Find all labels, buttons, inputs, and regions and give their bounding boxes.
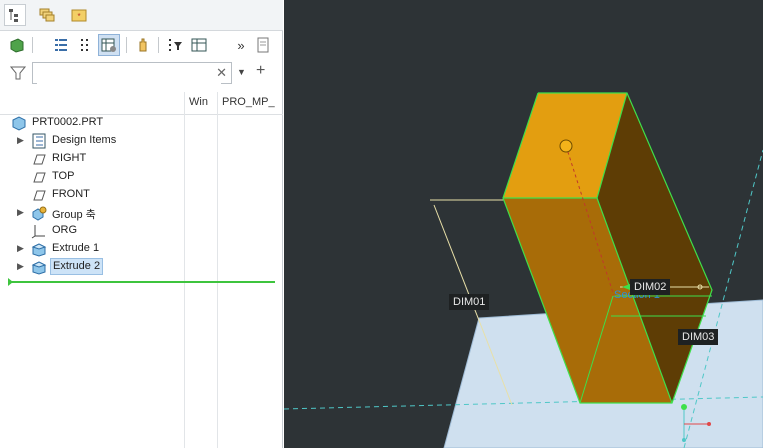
tree-item-extrude-1[interactable]: ▶ Extrude 1 — [0, 240, 184, 258]
expand-arrow-icon[interactable]: ▶ — [17, 261, 27, 273]
tree-item-label: Design Items — [52, 134, 117, 146]
tree-item-label: PRT0002.PRT — [32, 116, 104, 128]
table-icon — [191, 38, 207, 52]
search-input[interactable] — [37, 64, 221, 84]
model-tree-icon — [9, 9, 18, 22]
design-items-icon — [32, 133, 46, 149]
expand-arrow-icon[interactable]: ▶ — [17, 207, 27, 219]
double-chevron-right-icon: » — [237, 37, 245, 53]
tree-item-label: ORG — [52, 224, 78, 236]
tree-item-org[interactable]: ORG — [0, 222, 184, 240]
tree-item-front[interactable]: FRONT — [0, 186, 184, 204]
highlight-button[interactable] — [132, 34, 154, 56]
datum-plane-icon — [33, 154, 46, 165]
chevron-down-icon[interactable]: ▼ — [237, 67, 246, 77]
insert-here-indicator[interactable] — [8, 278, 275, 286]
table-settings-icon — [101, 38, 116, 52]
column-header-win[interactable]: Win — [189, 96, 215, 108]
part-icon — [12, 116, 26, 131]
toolbar-separator — [126, 37, 127, 53]
dimension-label-dim02[interactable]: DIM02 — [630, 279, 671, 295]
tree-item-label: Group 축 — [52, 209, 96, 221]
folder-star-icon: * — [71, 9, 87, 22]
hand-icon — [139, 38, 147, 52]
tree-item-label: FRONT — [52, 188, 90, 200]
toolbar-separator — [158, 37, 159, 53]
toolbar-separator — [32, 37, 33, 53]
favorites-tab[interactable]: * — [68, 4, 90, 26]
tree-filter-button[interactable] — [74, 34, 96, 56]
tree-item-label-selected: Extrude 2 — [50, 258, 104, 275]
triad-end-icon — [707, 422, 711, 426]
tree-item-label: RIGHT — [52, 152, 87, 164]
expand-arrow-icon[interactable]: ▶ — [17, 135, 27, 147]
dimension-label-dim01[interactable]: DIM01 — [449, 294, 490, 310]
triad-origin-icon — [681, 404, 687, 410]
tree-column-headers: Win PRO_MP_ — [0, 92, 283, 115]
plus-icon[interactable]: + — [256, 62, 265, 80]
tree-item-right[interactable]: RIGHT — [0, 150, 184, 168]
expand-arrow-icon[interactable]: ▶ — [17, 243, 27, 255]
tree-columns-button[interactable] — [50, 34, 72, 56]
show-tool-button[interactable] — [6, 34, 28, 56]
group-icon — [32, 206, 47, 221]
dimension-label-dim03[interactable]: DIM03 — [678, 329, 719, 345]
model-graphics[interactable]: Section 1 — [284, 0, 763, 448]
tree-filters-button[interactable] — [164, 34, 186, 56]
model-tree-tab[interactable] — [4, 4, 26, 26]
settings-button[interactable] — [98, 34, 120, 56]
column-header-pro-mp[interactable]: PRO_MP_ — [222, 96, 276, 108]
tree-item-top[interactable]: TOP — [0, 168, 184, 186]
tree-item-label: TOP — [52, 170, 75, 182]
tree-item-group[interactable]: ▶ Group 축 — [0, 204, 184, 222]
drag-handle-icon[interactable] — [559, 139, 573, 153]
column-divider — [217, 92, 218, 448]
extrude-icon — [31, 261, 47, 275]
more-tools-button[interactable]: » — [230, 34, 252, 56]
graphics-viewport[interactable]: Section 1 DIM01 DIM02 DIM03 — [284, 0, 763, 448]
extrude-icon — [31, 243, 47, 257]
layers-icon — [39, 8, 55, 22]
tree-structure-icon — [81, 39, 88, 51]
tree-item-design-items[interactable]: ▶ Design Items — [0, 132, 184, 150]
model-tree-panel: * » ✕ ▼ + Win PRO_MP_ PRT0002.PRT ▶ Desi… — [0, 0, 283, 448]
datum-plane-icon — [33, 172, 46, 183]
navigator-tabs: * — [0, 0, 283, 31]
list-icon — [55, 39, 67, 51]
column-divider — [184, 92, 185, 448]
clear-icon[interactable]: ✕ — [216, 65, 227, 81]
datum-plane-icon — [33, 190, 46, 201]
tree-item-extrude-2[interactable]: ▶ Extrude 2 — [0, 258, 184, 276]
svg-text:*: * — [77, 12, 80, 21]
document-icon — [257, 37, 269, 53]
filter-icon[interactable] — [9, 65, 27, 84]
search-field[interactable]: ✕ — [32, 62, 232, 84]
show-detail-button[interactable] — [188, 34, 210, 56]
extra-tool-button[interactable] — [252, 34, 274, 56]
layer-tree-tab[interactable] — [36, 4, 58, 26]
filter-list-icon — [169, 39, 182, 51]
cube-green-icon — [10, 38, 24, 53]
tree-item-label: Extrude 1 — [52, 242, 100, 254]
tree-item-root[interactable]: PRT0002.PRT — [0, 114, 184, 132]
triad-end-icon — [682, 438, 686, 442]
csys-icon — [31, 225, 45, 239]
tree-toolbar: » — [0, 31, 283, 59]
